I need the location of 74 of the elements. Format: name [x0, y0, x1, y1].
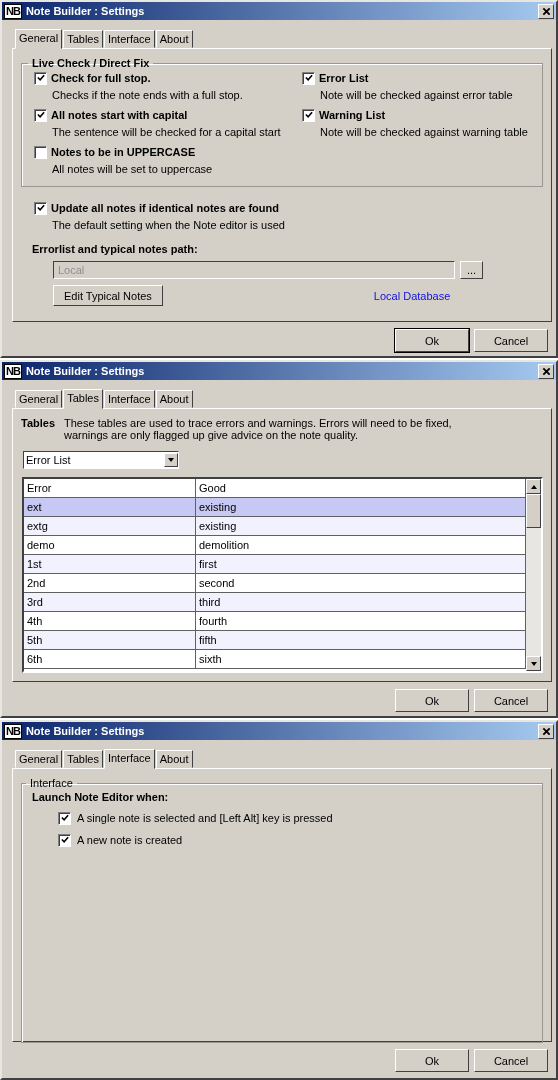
dialog-button[interactable]: Cancel	[474, 329, 548, 352]
dialog-button[interactable]: Cancel	[474, 1049, 548, 1072]
option-description: Note will be checked against warning table	[320, 126, 529, 138]
group-title: Interface	[29, 777, 74, 789]
close-button[interactable]	[538, 3, 554, 19]
option-label: A single note is selected and [Left Alt] key is pressed	[77, 812, 333, 824]
scroll-down-icon[interactable]	[526, 656, 541, 671]
table-row[interactable]: 6th sixth	[24, 650, 526, 669]
tab[interactable]: General	[15, 750, 63, 768]
local-database-link[interactable]: Local Database	[373, 289, 451, 302]
table-row[interactable]: 4th fourth	[24, 612, 526, 631]
vertical-scrollbar[interactable]	[526, 479, 541, 671]
tab[interactable]: Tables	[63, 30, 103, 48]
option-description: The sentence will be checked for a capital start	[52, 126, 282, 138]
section-description: These tables are used to trace errors and warnings. Errors will need to be fixed, warnings are only flagged up give advice on the note quality.	[64, 417, 453, 441]
dialog-button[interactable]: Ok	[395, 1049, 469, 1072]
option-label: Notes to be in UPPERCASE	[51, 146, 196, 158]
table-row[interactable]: 2nd second	[24, 574, 526, 593]
option-label: Warning List	[319, 109, 386, 121]
scroll-thumb[interactable]	[526, 494, 541, 528]
tab[interactable]: Interface	[103, 749, 155, 769]
edit-typical-notes-button[interactable]: Edit Typical Notes	[53, 285, 163, 306]
option-label: All notes start with capital	[51, 109, 188, 121]
tab[interactable]: Tables	[63, 750, 103, 768]
table-row[interactable]: 3rd third	[24, 593, 526, 612]
scroll-up-icon[interactable]	[526, 479, 541, 494]
option-label: Update all notes if identical notes are found	[51, 202, 279, 214]
checkbox[interactable]	[34, 145, 47, 159]
option-label: Error List	[319, 72, 369, 84]
browse-button[interactable]: ...	[460, 261, 483, 279]
option-label: Check for full stop.	[51, 72, 151, 84]
dialog-button[interactable]: Ok	[395, 329, 469, 352]
app-icon: NB	[4, 363, 22, 379]
tab[interactable]: Tables	[63, 389, 103, 409]
close-button[interactable]	[538, 723, 554, 739]
window-title: Note Builder : Settings	[25, 725, 146, 737]
dialog-button[interactable]: Cancel	[474, 689, 548, 712]
close-button[interactable]	[538, 363, 554, 379]
checkbox[interactable]	[58, 811, 71, 825]
tab[interactable]: About	[155, 30, 193, 48]
window-title: Note Builder : Settings	[25, 365, 146, 377]
section-heading: Tables	[21, 417, 56, 431]
table-row[interactable]: ext existing	[24, 498, 526, 517]
app-icon: NB	[4, 723, 22, 739]
option-label: A new note is created	[77, 834, 183, 846]
section-heading: Launch Note Editor when:	[32, 791, 170, 803]
checkbox[interactable]	[34, 71, 47, 85]
list-dropdown[interactable]: Error List	[23, 451, 179, 469]
tab[interactable]: General	[15, 390, 63, 408]
dialog-button[interactable]: Ok	[395, 689, 469, 712]
checkbox[interactable]	[34, 201, 47, 215]
table-row[interactable]: demo demolition	[24, 536, 526, 555]
option-description: Note will be checked against error table	[320, 89, 514, 101]
path-label: Errorlist and typical notes path:	[32, 243, 199, 255]
table-row[interactable]: 1st first	[24, 555, 526, 574]
tab[interactable]: Interface	[103, 30, 155, 48]
checkbox[interactable]	[302, 71, 315, 85]
checkbox[interactable]	[302, 108, 315, 122]
tab[interactable]: Interface	[103, 390, 155, 408]
checkbox[interactable]	[58, 833, 71, 847]
table-row[interactable]: extg existing	[24, 517, 526, 536]
column-header[interactable]: Good	[196, 479, 526, 497]
checkbox[interactable]	[34, 108, 47, 122]
tab[interactable]: About	[155, 390, 193, 408]
tab[interactable]: About	[155, 750, 193, 768]
option-description: Checks if the note ends with a full stop.	[52, 89, 244, 101]
column-header[interactable]: Error	[24, 479, 196, 497]
group-title: Live Check / Direct Fix	[31, 57, 151, 69]
option-description: The default setting when the Note editor is used	[52, 219, 286, 231]
window-title: Note Builder : Settings	[25, 5, 146, 17]
tab[interactable]: General	[15, 29, 63, 49]
table-row[interactable]: 5th fifth	[24, 631, 526, 650]
option-description: All notes will be set to uppercase	[52, 163, 214, 175]
app-icon: NB	[4, 3, 22, 19]
